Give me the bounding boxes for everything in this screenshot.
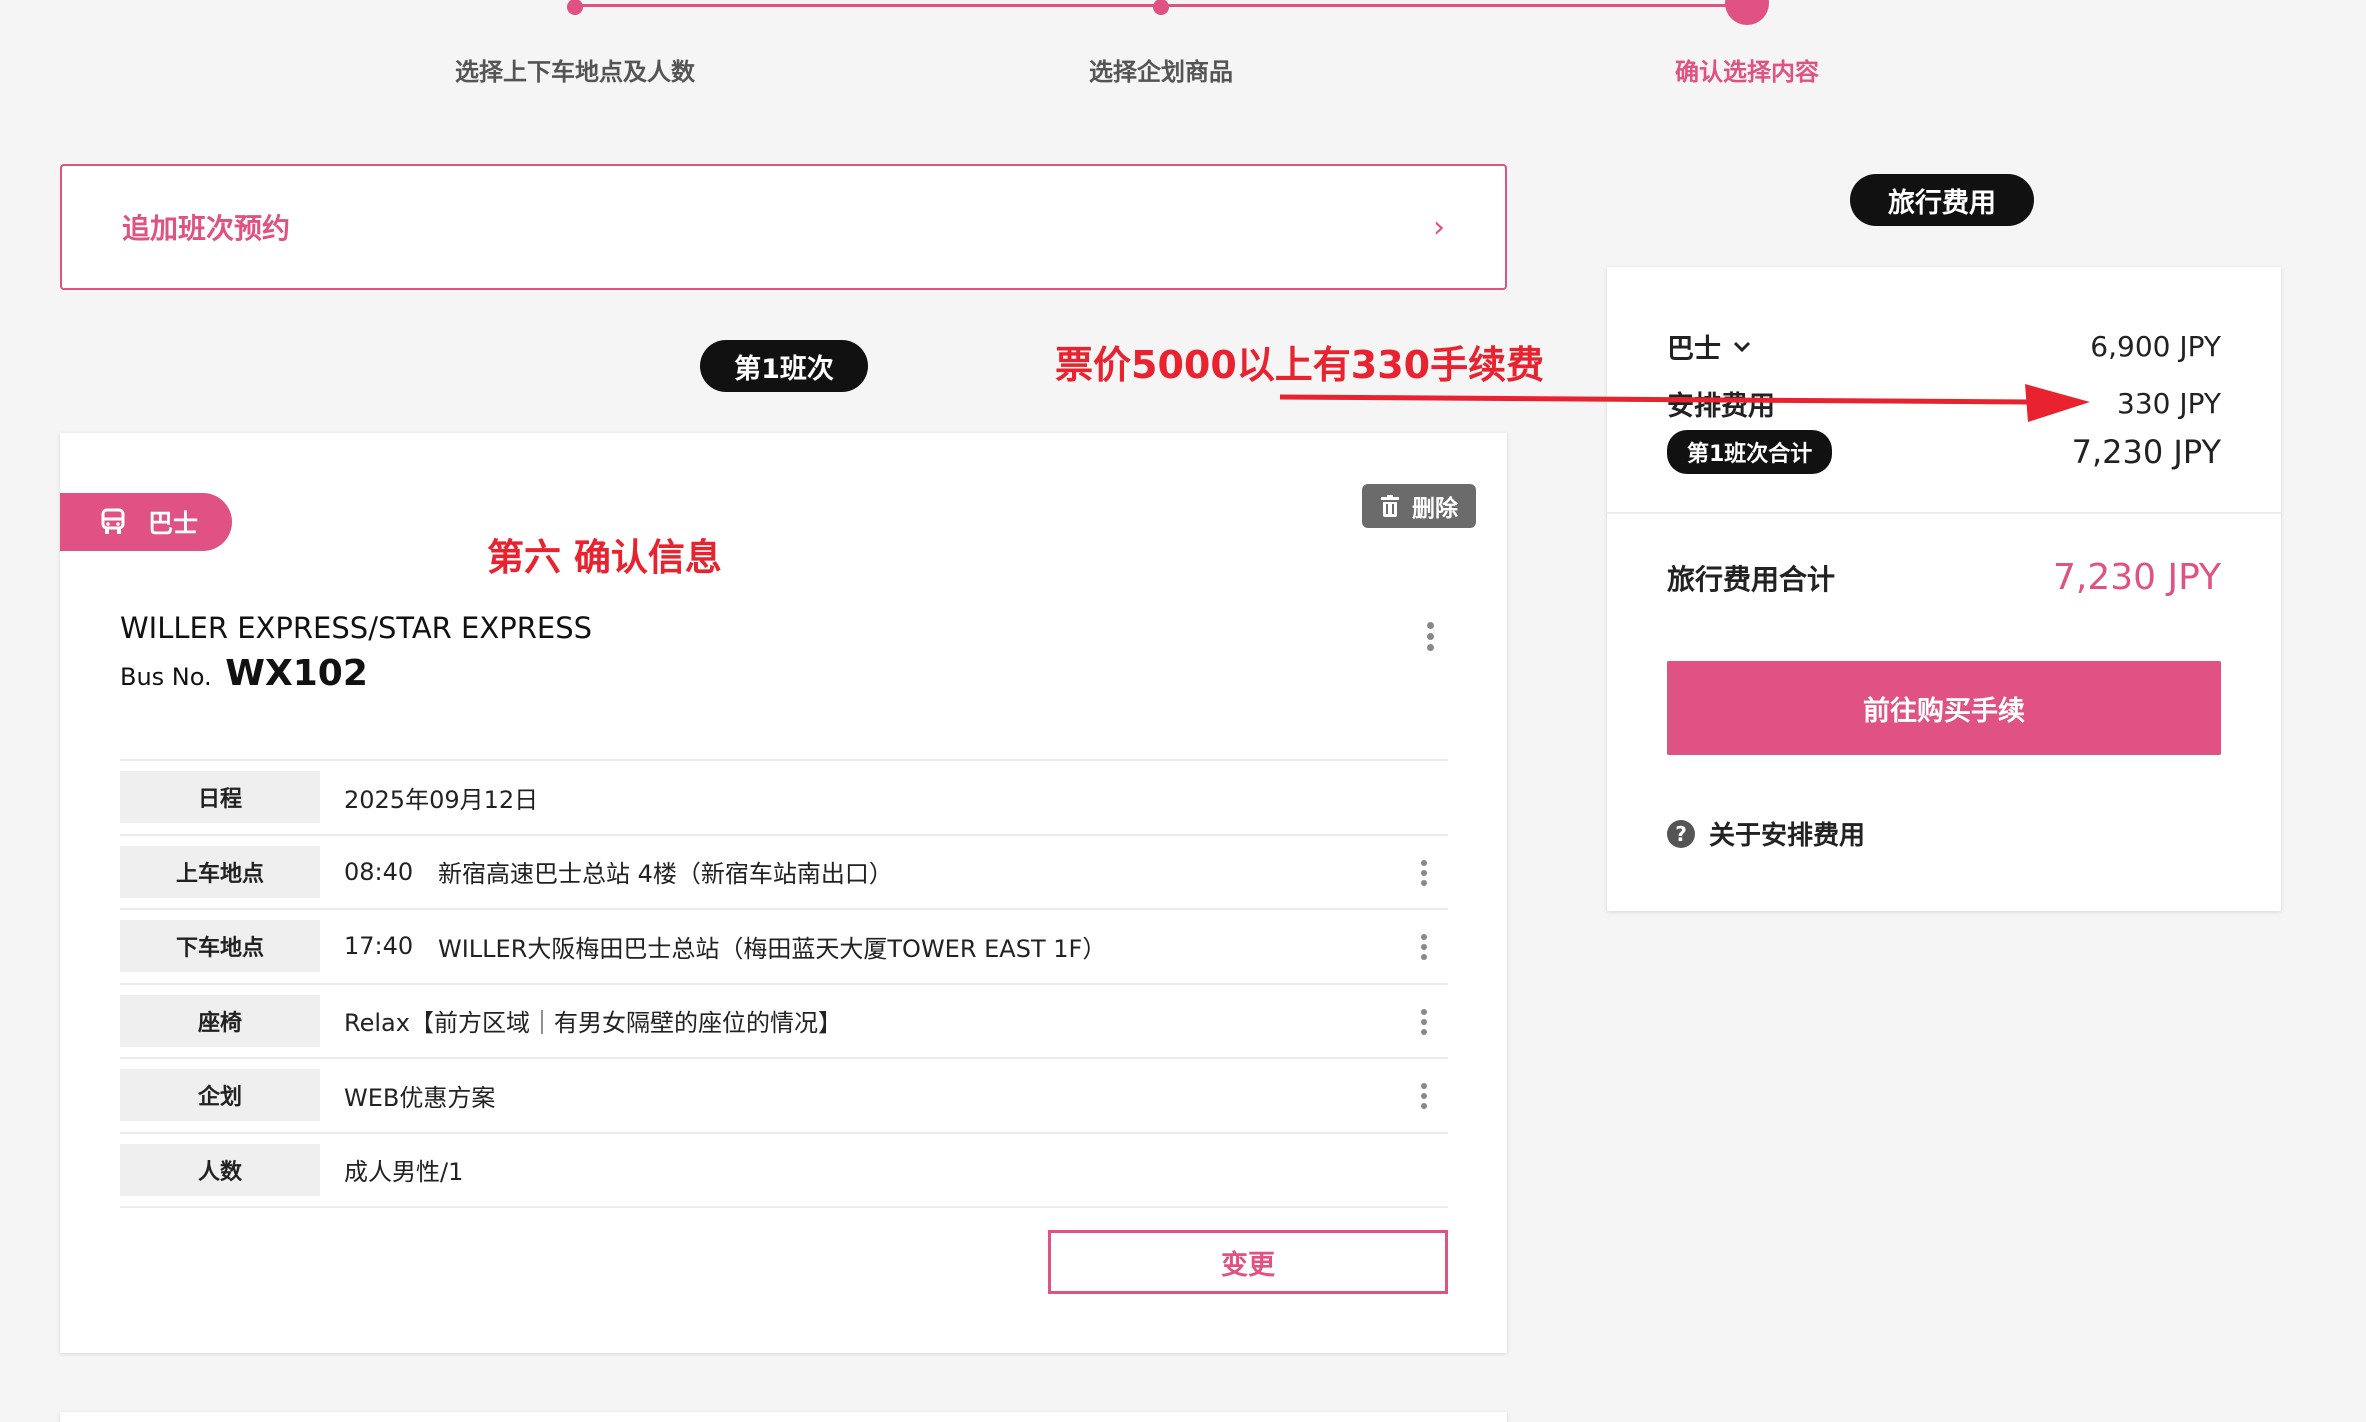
annotation-arrow-icon <box>1279 384 2090 422</box>
row-value: 成人男性/1 <box>344 1158 464 1187</box>
bus-tag-label: 巴士 <box>148 509 199 538</box>
proceed-to-purchase-button[interactable]: 前往购买手续 <box>1667 661 2221 755</box>
row-value: WILLER大阪梅田巴士总站（梅田蓝天大厦TOWER EAST 1F） <box>438 934 1107 963</box>
row-value: 新宿高速巴士总站 4楼（新宿车站南出口） <box>438 860 893 889</box>
more-options-icon[interactable] <box>1426 622 1434 651</box>
change-button[interactable]: 变更 <box>1048 1230 1448 1294</box>
stepper-dot-current <box>1725 0 1769 25</box>
fee-info-link[interactable]: ? 关于安排费用 <box>1667 815 1865 852</box>
row-label: 人数 <box>120 1143 320 1196</box>
row-label: 上车地点 <box>120 845 320 898</box>
travel-cost-panel: 巴士 6,900 JPY 安排费用 330 JPY 第1班次合计 7,230 J… <box>1607 267 2281 911</box>
chevron-down-icon <box>1733 341 1751 352</box>
delete-label: 删除 <box>1412 496 1458 522</box>
next-card <box>60 1412 1507 1422</box>
bus-number-prefix: Bus No. <box>120 663 212 691</box>
add-reservation-label: 追加班次预约 <box>122 212 291 245</box>
more-options-icon[interactable] <box>1420 859 1428 886</box>
row-time: 08:40 <box>344 857 414 886</box>
row-time: 17:40 <box>344 932 414 961</box>
bus-number: Bus No. WX102 <box>120 653 368 694</box>
row-value: WEB优惠方案 <box>344 1083 496 1112</box>
bus-number-value: WX102 <box>225 653 368 694</box>
chevron-right-icon: › <box>1433 209 1445 245</box>
operator-name: WILLER EXPRESS/STAR EXPRESS <box>120 611 593 645</box>
stepper-dot-1 <box>567 0 583 15</box>
stepper-line <box>575 4 1163 7</box>
fee-info-label: 关于安排费用 <box>1709 821 1866 851</box>
fee-value: 330 JPY <box>2117 387 2221 420</box>
more-options-icon[interactable] <box>1420 934 1428 960</box>
table-row: 日程 2025年09月12日 <box>120 761 1448 836</box>
subtotal-label: 第1班次合计 <box>1667 430 1833 474</box>
progress-stepper: 选择上下车地点及人数 选择企划商品 确认选择内容 <box>0 0 2366 100</box>
step-label-2: 选择企划商品 <box>1089 58 1233 86</box>
question-icon: ? <box>1667 819 1695 848</box>
row-label: 下车地点 <box>120 920 320 973</box>
trash-icon <box>1381 495 1399 517</box>
stepper-line <box>1163 4 1748 7</box>
step-label-current: 确认选择内容 <box>1675 58 1819 86</box>
table-row: 上车地点 08:40 新宿高速巴士总站 4楼（新宿车站南出口） <box>120 836 1448 910</box>
total-label: 旅行费用合计 <box>1667 562 1836 596</box>
travel-cost-pill: 旅行费用 <box>1850 174 2034 226</box>
table-row: 座椅 Relax【前方区域｜有男女隔壁的座位的情况】 <box>120 985 1448 1059</box>
cost-row-bus: 巴士 6,900 JPY <box>1667 327 2221 366</box>
step-annotation: 第六 确认信息 <box>487 536 722 579</box>
row-label: 日程 <box>120 771 320 824</box>
more-options-icon[interactable] <box>1420 1008 1428 1035</box>
divider <box>1607 512 2281 514</box>
trip-card: 巴士 删除 WILLER EXPRESS/STAR EXPRESS Bus No… <box>60 433 1507 1353</box>
row-value: 2025年09月12日 <box>344 785 539 814</box>
total-value: 7,230 JPY <box>2052 557 2221 598</box>
bus-cost-label: 巴士 <box>1667 334 1721 365</box>
stepper-dot-2 <box>1153 0 1169 15</box>
cost-row-total: 旅行费用合计 7,230 JPY <box>1667 557 2221 598</box>
subtotal-value: 7,230 JPY <box>2071 433 2221 471</box>
row-label: 企划 <box>120 1069 320 1122</box>
bus-icon <box>101 508 125 534</box>
trip-details-table: 日程 2025年09月12日 上车地点 08:40 新宿高速巴士总站 4楼（新宿… <box>120 759 1448 1208</box>
step-label-1: 选择上下车地点及人数 <box>455 58 695 86</box>
table-row: 人数 成人男性/1 <box>120 1134 1448 1208</box>
bus-cost-value: 6,900 JPY <box>2090 330 2221 363</box>
row-label: 座椅 <box>120 994 320 1047</box>
table-row: 下车地点 17:40 WILLER大阪梅田巴士总站（梅田蓝天大厦TOWER EA… <box>120 910 1448 985</box>
bus-cost-toggle[interactable]: 巴士 <box>1667 327 1751 366</box>
more-options-icon[interactable] <box>1420 1083 1428 1109</box>
row-value: Relax【前方区域｜有男女隔壁的座位的情况】 <box>344 1009 842 1038</box>
table-row: 企划 WEB优惠方案 <box>120 1059 1448 1134</box>
trip-number-pill: 第1班次 <box>700 340 868 392</box>
bus-tag: 巴士 <box>60 493 232 551</box>
cost-row-subtotal: 第1班次合计 7,230 JPY <box>1667 430 2221 474</box>
add-reservation-button[interactable]: 追加班次预约 › <box>60 164 1507 290</box>
delete-button[interactable]: 删除 <box>1362 484 1476 528</box>
